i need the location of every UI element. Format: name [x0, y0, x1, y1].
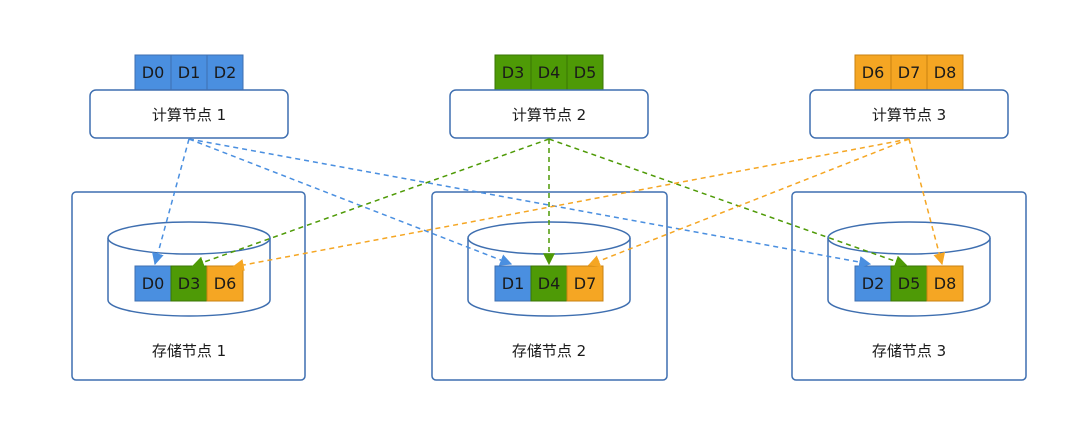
- storage-node-1-label: 存储节点 1: [152, 342, 226, 360]
- compute-node-1-block-0-label: D0: [142, 63, 165, 82]
- storage-node-1-block-0-label: D0: [142, 274, 165, 293]
- distributed-storage-diagram: D0 D1 D2 计算节点 1 D3 D4 D5 计算节点 2 D6 D7 D8: [71, 54, 1027, 381]
- storage-node-2-block-1-label: D4: [538, 274, 561, 293]
- storage-node-3-block-0-label: D2: [862, 274, 885, 293]
- compute-node-2-block-1-label: D4: [538, 63, 561, 82]
- compute-node-3-block-1-label: D7: [898, 63, 921, 82]
- compute-node-2-block-0-label: D3: [502, 63, 525, 82]
- compute-node-3: D6 D7 D8 计算节点 3: [809, 54, 1009, 139]
- compute-node-3-block-2-label: D8: [934, 63, 957, 82]
- compute-node-2-blocks: D3 D4 D5: [494, 54, 604, 91]
- storage-node-3-block-1-label: D5: [898, 274, 921, 293]
- storage-node-1-block-1-label: D3: [178, 274, 201, 293]
- storage-node-3-label: 存储节点 3: [872, 342, 946, 360]
- compute-node-3-blocks: D6 D7 D8: [854, 54, 964, 91]
- compute-node-1-blocks: D0 D1 D2: [134, 54, 244, 91]
- compute-node-1: D0 D1 D2 计算节点 1: [89, 54, 289, 139]
- storage-node-2-block-0-label: D1: [502, 274, 525, 293]
- compute-node-2-block-2-label: D5: [574, 63, 597, 82]
- compute-node-1-block-2-label: D2: [214, 63, 237, 82]
- storage-node-2-block-2-label: D7: [574, 274, 597, 293]
- storage-node-1: D0 D3 D6 存储节点 1: [71, 191, 306, 381]
- compute-node-2: D3 D4 D5 计算节点 2: [449, 54, 649, 139]
- compute-node-3-label: 计算节点 3: [872, 106, 946, 124]
- compute-node-1-label: 计算节点 1: [152, 106, 226, 124]
- storage-node-3-block-2-label: D8: [934, 274, 957, 293]
- compute-node-1-block-1-label: D1: [178, 63, 201, 82]
- storage-node-1-block-2-label: D6: [214, 274, 237, 293]
- storage-node-2-label: 存储节点 2: [512, 342, 586, 360]
- compute-node-3-block-0-label: D6: [862, 63, 885, 82]
- storage-node-3: D2 D5 D8 存储节点 3: [791, 191, 1027, 381]
- compute-node-2-label: 计算节点 2: [512, 106, 586, 124]
